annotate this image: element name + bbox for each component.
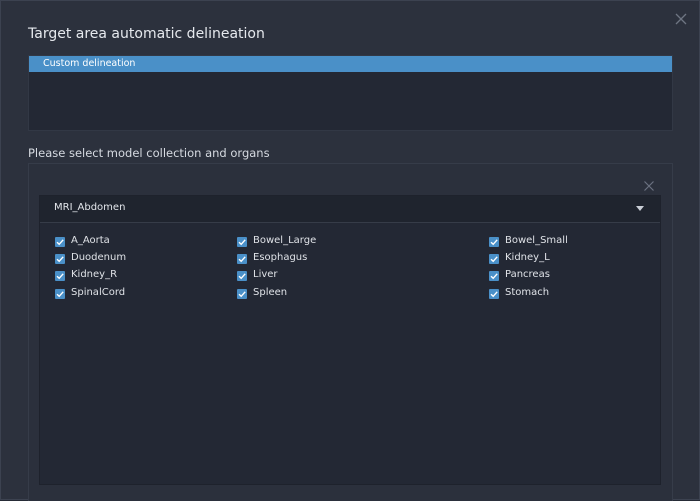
organ-label: Duodenum — [71, 252, 127, 263]
checkbox-checked-icon[interactable] — [55, 271, 65, 281]
organ-label: Kidney_L — [505, 252, 550, 263]
organ-label: Stomach — [505, 287, 550, 298]
checkbox-checked-icon[interactable] — [237, 271, 247, 281]
organ-label: Spleen — [253, 287, 288, 298]
checkbox-checked-icon[interactable] — [489, 254, 499, 264]
model-panel: MRI_Abdomen A_Aorta Duodenum Kidney_R Sp… — [28, 163, 673, 501]
organ-label: SpinalCord — [71, 287, 126, 298]
checkbox-checked-icon[interactable] — [489, 289, 499, 299]
checkbox-checked-icon[interactable] — [55, 237, 65, 247]
checkbox-checked-icon[interactable] — [237, 237, 247, 247]
close-icon[interactable] — [643, 177, 655, 191]
model-section-label: Please select model collection and organ… — [28, 146, 270, 160]
checkbox-checked-icon[interactable] — [489, 237, 499, 247]
checkbox-checked-icon[interactable] — [237, 254, 247, 264]
organ-label: Kidney_R — [71, 269, 118, 280]
organ-label: Bowel_Large — [253, 235, 317, 246]
checkbox-checked-icon[interactable] — [489, 271, 499, 281]
delineation-list[interactable]: Custom delineation — [28, 55, 673, 131]
organ-label: Liver — [253, 269, 278, 280]
model-collection-select[interactable]: MRI_Abdomen — [40, 196, 660, 223]
model-collection-value: MRI_Abdomen — [54, 202, 126, 213]
delineation-item-custom[interactable]: Custom delineation — [29, 56, 672, 72]
organ-label: Bowel_Small — [505, 235, 568, 246]
organ-label: Pancreas — [505, 269, 550, 280]
close-icon[interactable] — [674, 11, 688, 25]
delineation-dialog: Target area automatic delineation Custom… — [0, 0, 700, 501]
organ-label: Esophagus — [253, 252, 308, 263]
dialog-title: Target area automatic delineation — [28, 26, 265, 42]
chevron-down-icon[interactable] — [636, 206, 644, 211]
checkbox-checked-icon[interactable] — [237, 289, 247, 299]
checkbox-checked-icon[interactable] — [55, 289, 65, 299]
organ-label: A_Aorta — [71, 235, 110, 246]
organ-selection-box: MRI_Abdomen A_Aorta Duodenum Kidney_R Sp… — [39, 195, 661, 485]
checkbox-checked-icon[interactable] — [55, 254, 65, 264]
